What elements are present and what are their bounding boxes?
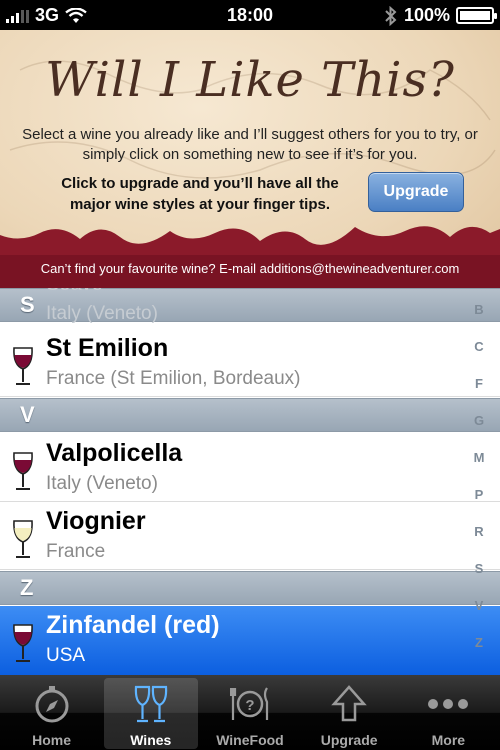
index-letter[interactable]: F [464,376,494,413]
promo-banner: Will I Like This? Select a wine you alre… [0,30,500,288]
wine-region: USA [46,645,86,666]
wine-name: Viognier [46,507,146,535]
compass-icon [35,686,69,723]
tab-label: More [431,732,466,748]
tab-label: Upgrade [320,732,378,748]
section-letter: Z [20,575,34,600]
tab-upgrade[interactable]: Upgrade [302,678,396,749]
red-wine-glass-icon [13,347,33,385]
index-letter[interactable]: V [464,598,494,635]
battery-percent: 100% [403,5,450,25]
index-letter[interactable]: P [464,487,494,524]
bluetooth-icon [385,5,397,26]
index-letter[interactable]: S [464,561,494,598]
wine-stain-decoration [0,226,500,288]
red-wine-glass-icon [13,624,33,662]
section-header-s: Soave Italy (Veneto) S [0,288,500,324]
status-bar: 3G 18:00 100% [0,0,500,30]
list-item-valpolicella[interactable]: Valpolicella Italy (Veneto) [0,434,500,502]
banner-promo-text: Click to upgrade and you’ll have all the… [61,175,339,213]
index-letter[interactable]: M [464,450,494,487]
white-wine-glass-icon [13,520,33,558]
section-letter: V [20,402,35,427]
wine-glasses-icon [134,685,167,723]
wine-region: Italy (Veneto) [46,473,158,494]
plate-cutlery-icon: ? [229,687,269,720]
section-index-bar[interactable]: B C F G M P R S V Z [464,302,494,672]
index-letter[interactable]: C [464,339,494,376]
upgrade-button[interactable]: Upgrade [368,172,464,212]
tab-label: Wines [130,732,172,748]
wine-region: France (St Emilion, Bordeaux) [46,368,301,389]
banner-footer-email[interactable]: Can’t find your favourite wine? E-mail a… [0,261,500,276]
tab-more[interactable]: More [401,678,495,749]
banner-title: Will I Like This? [45,52,455,108]
index-letter[interactable]: R [464,524,494,561]
list-item-st-emilion[interactable]: St Emilion France (St Emilion, Bordeaux) [0,329,500,397]
section-header-v: V [0,398,500,432]
svg-text:?: ? [245,697,254,714]
wine-region: France [46,541,106,562]
tab-bar: Home Wines ? WineFood Upgrade More [0,675,500,750]
list-item-partial-name: Soave [46,288,103,296]
wine-name: Valpolicella [46,439,183,467]
battery-icon [456,7,497,24]
index-letter[interactable]: Z [464,635,494,672]
wine-list[interactable]: Soave Italy (Veneto) S St Emilion France… [0,288,500,675]
tab-label: Home [32,732,72,748]
tab-wines[interactable]: Wines [103,678,198,749]
wine-name: St Emilion [46,334,169,362]
upgrade-arrow-icon [331,685,367,722]
tab-label: WineFood [216,732,284,748]
more-dots-icon [428,699,469,709]
index-letter[interactable]: G [464,413,494,450]
list-item-zinfandel[interactable]: Zinfandel (red) USA [0,606,500,675]
section-header-z: Z [0,571,500,605]
red-wine-glass-icon [13,452,33,490]
wine-name: Zinfandel (red) [46,611,220,639]
tab-home[interactable]: Home [5,678,99,749]
index-letter[interactable]: B [464,302,494,339]
banner-description: Select a wine you already like and I’ll … [22,126,478,163]
section-letter: S [20,292,35,317]
list-item-viognier[interactable]: Viognier France [0,502,500,570]
list-item-partial-region: Italy (Veneto) [46,303,158,324]
tab-winefood[interactable]: ? WineFood [203,678,297,749]
